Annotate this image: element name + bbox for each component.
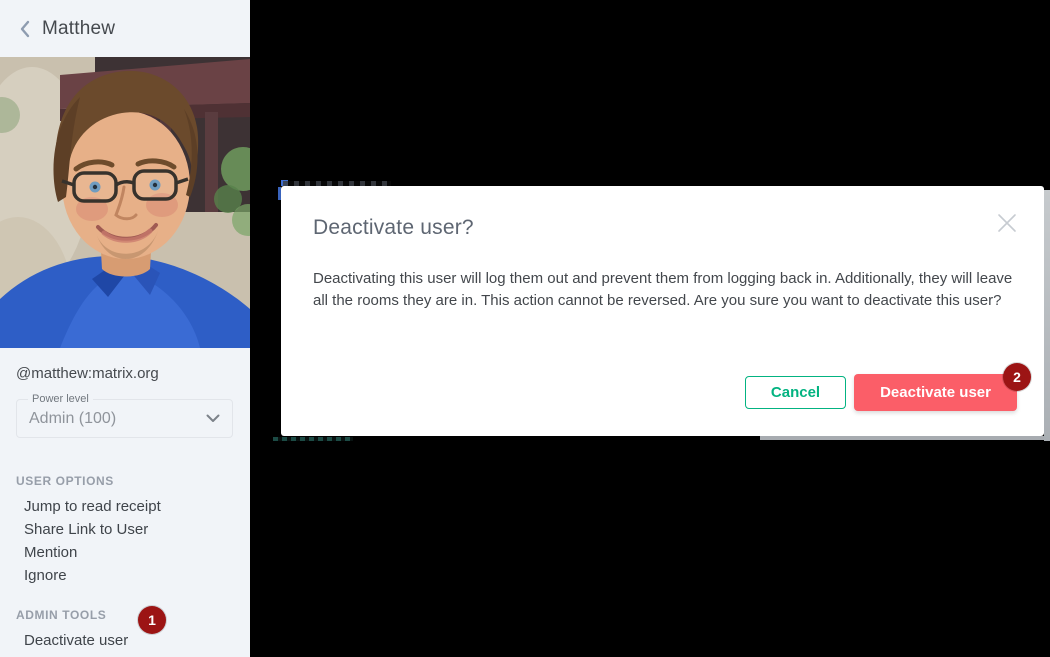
- deactivate-user-button[interactable]: Deactivate user: [854, 374, 1017, 411]
- member-info-header[interactable]: Matthew: [0, 0, 250, 57]
- power-level-select[interactable]: Power level Admin (100): [16, 399, 233, 438]
- cancel-button[interactable]: Cancel: [745, 376, 846, 409]
- dialog-button-row: Cancel Deactivate user: [745, 374, 1017, 411]
- user-options-section: USER OPTIONS Jump to read receipt Share …: [0, 474, 250, 587]
- menu-item-ignore[interactable]: Ignore: [16, 564, 234, 587]
- dialog-body-text: Deactivating this user will log them out…: [313, 268, 1017, 312]
- menu-item-share-link-to-user[interactable]: Share Link to User: [16, 518, 234, 541]
- power-level-label: Power level: [28, 393, 93, 405]
- chevron-down-icon: [206, 414, 220, 423]
- admin-tools-section: ADMIN TOOLS Deactivate user: [0, 608, 250, 652]
- power-level-value: Admin (100): [29, 410, 206, 428]
- user-options-heading: USER OPTIONS: [16, 474, 234, 488]
- back-chevron-icon[interactable]: [14, 18, 36, 40]
- member-user-id: @matthew:matrix.org: [16, 365, 234, 382]
- annotation-step-badge-1: 1: [138, 606, 166, 634]
- member-profile-section: @matthew:matrix.org Power level Admin (1…: [0, 348, 250, 438]
- member-info-panel: Matthew: [0, 0, 250, 657]
- underlying-content-sliver: [273, 437, 353, 441]
- app-screen: Matthew: [0, 0, 1050, 657]
- member-avatar-photo[interactable]: [0, 57, 250, 348]
- admin-tools-heading: ADMIN TOOLS: [16, 608, 234, 622]
- menu-item-mention[interactable]: Mention: [16, 541, 234, 564]
- dialog-title: Deactivate user?: [313, 216, 1017, 240]
- dialog-shadow: [760, 436, 1044, 440]
- deactivate-user-dialog: Deactivate user? Deactivating this user …: [281, 186, 1044, 436]
- menu-item-deactivate-user[interactable]: Deactivate user: [16, 629, 234, 652]
- close-icon[interactable]: [996, 212, 1018, 234]
- annotation-step-badge-2: 2: [1003, 363, 1031, 391]
- member-name-title: Matthew: [42, 18, 115, 40]
- dialog-scrollbar[interactable]: [1044, 190, 1050, 441]
- menu-item-jump-to-read-receipt[interactable]: Jump to read receipt: [16, 495, 234, 518]
